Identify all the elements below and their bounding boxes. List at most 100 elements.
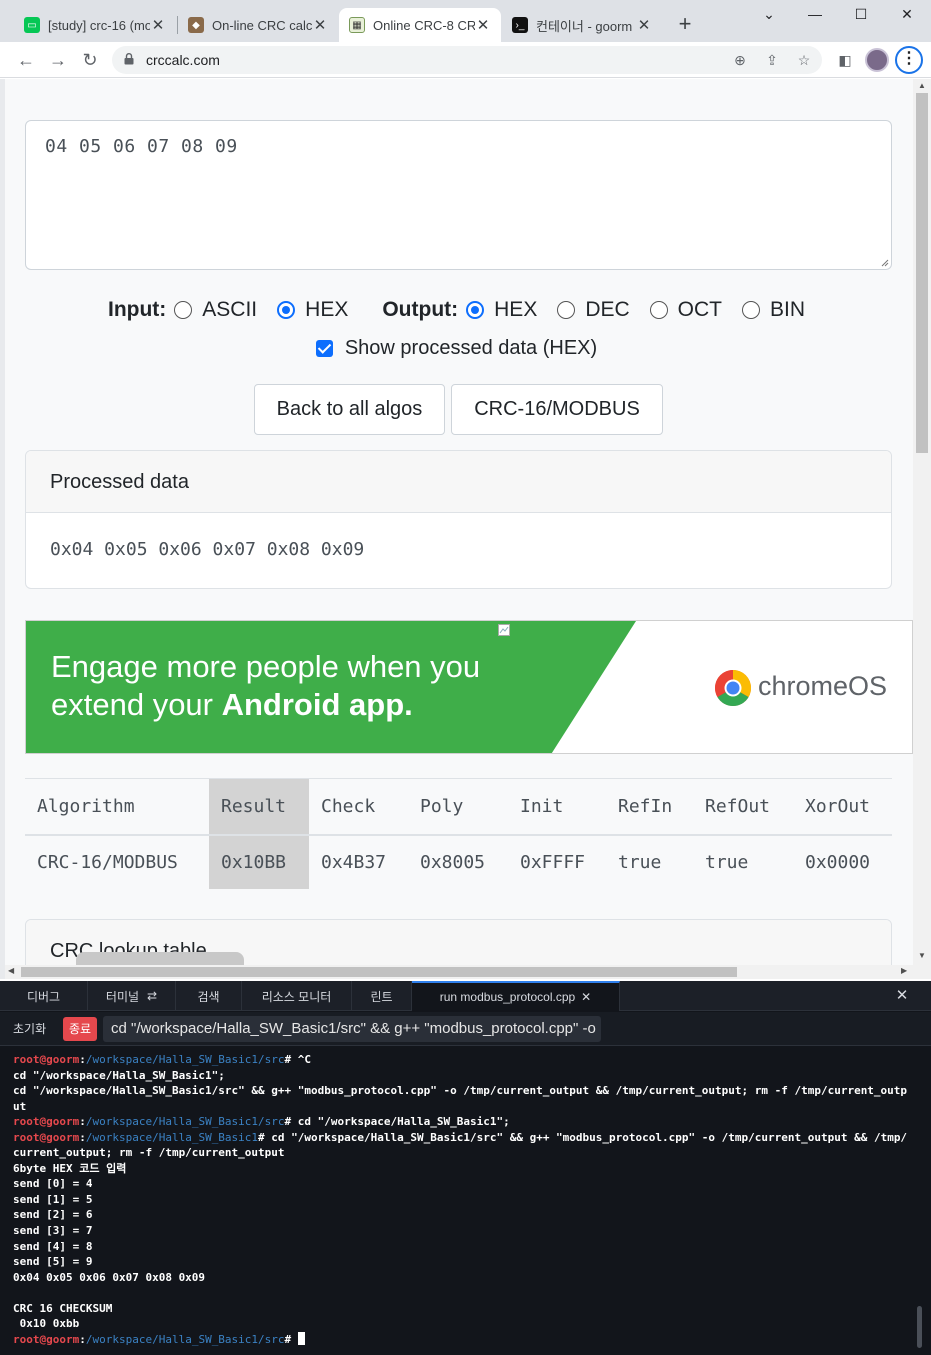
radio-hex[interactable] [277, 301, 296, 319]
side-panel-icon[interactable]: ◧ [833, 48, 857, 72]
crc16-modbus-button[interactable]: CRC-16/MODBUS [451, 384, 663, 435]
tab-debug[interactable]: 디버그 [0, 981, 88, 1011]
cell-init: 0xFFFF [520, 851, 586, 873]
show-processed-row[interactable]: Show processed data (HEX) [0, 334, 913, 362]
radio-ascii[interactable] [174, 301, 193, 319]
col-refin: RefIn [606, 778, 693, 836]
ad-banner[interactable]: Engage more people when you extend your … [25, 620, 913, 754]
format-options: Input: ASCII HEX Output: HEX DEC OCT BIN [0, 295, 913, 325]
close-icon[interactable]: ✕ [475, 16, 491, 34]
minimize-icon[interactable]: — [792, 2, 838, 26]
crc-site-icon: ◆ [188, 17, 204, 33]
prompt-command: # ^C [284, 1053, 312, 1066]
left-edge [0, 79, 5, 979]
col-algorithm: Algorithm [25, 778, 209, 836]
terminal-line: send [1] = 5 [13, 1192, 93, 1206]
panel-close-icon[interactable]: ✕ [893, 987, 911, 1005]
processed-data-value: 0x04 0x05 0x06 0x07 0x08 0x09 [50, 539, 365, 560]
output-radio-hex[interactable]: HEX [466, 298, 537, 322]
terminal-line: 0x04 0x05 0x06 0x07 0x08 0x09 [13, 1270, 206, 1284]
reset-button[interactable]: 초기화 [13, 1019, 46, 1039]
vertical-scrollbar[interactable]: ▲ ▼ [913, 79, 931, 967]
ad-headline-1: Engage more people when you [51, 649, 481, 684]
scroll-down-icon[interactable]: ▼ [918, 951, 926, 960]
col-refout: RefOut [693, 778, 793, 836]
broken-image-icon [498, 624, 510, 636]
terminal-line: send [5] = 9 [13, 1255, 93, 1269]
share-icon[interactable]: ⇪ [761, 49, 783, 71]
col-init: Init [508, 778, 606, 836]
radio-hex[interactable] [466, 301, 485, 319]
prompt-path: /workspace/Halla_SW_Basic1/src [85, 1332, 285, 1346]
col-check: Check [309, 778, 408, 836]
vertical-scroll-thumb[interactable] [916, 93, 928, 453]
resize-grip-icon[interactable] [879, 257, 889, 267]
refresh-icon[interactable]: ⇄ [147, 989, 157, 1003]
address-bar[interactable]: crccalc.com ⊕ ⇪ ☆ [112, 46, 822, 74]
data-input-textarea[interactable]: 04 05 06 07 08 09 [25, 120, 892, 270]
prompt-command: # cd "/workspace/Halla_SW_Basic1"; [284, 1115, 510, 1129]
back-arrow-icon[interactable]: ← [13, 47, 39, 73]
run-command-field[interactable]: cd "/workspace/Halla_SW_Basic1/src" && g… [103, 1016, 601, 1042]
terminal-scroll-thumb[interactable] [917, 1306, 922, 1348]
stop-button[interactable]: 종료 [63, 1017, 97, 1041]
radio-label: ASCII [202, 298, 258, 321]
browser-tab-active[interactable]: ▦ Online CRC-8 CRC ✕ [339, 8, 501, 42]
prompt-user: root@goorm [13, 1115, 80, 1129]
radio-label: DEC [585, 298, 630, 321]
new-tab-button[interactable]: + [672, 12, 698, 38]
bookmark-star-icon[interactable]: ☆ [793, 49, 815, 71]
output-radio-oct[interactable]: OCT [649, 298, 722, 322]
window-close-icon[interactable]: ✕ [884, 2, 930, 26]
horizontal-scrollbar[interactable]: ◀ ▶ [5, 965, 931, 979]
close-icon[interactable]: ✕ [581, 990, 591, 1004]
processed-data-card: Processed data 0x04 0x05 0x06 0x07 0x08 … [25, 450, 892, 589]
browser-tabstrip: ▭ [study] crc-16 (mo ✕ ◆ On-line CRC cal… [0, 0, 931, 42]
tab-lint[interactable]: 린트 [352, 981, 412, 1011]
reload-icon[interactable]: ↻ [77, 47, 103, 73]
scroll-left-icon[interactable]: ◀ [8, 966, 14, 975]
tab-run-label: run modbus_protocol.cpp [439, 990, 576, 1004]
profile-avatar[interactable] [865, 48, 889, 72]
forward-arrow-icon[interactable]: → [45, 47, 71, 73]
tab-search-icon[interactable]: ⌄ [746, 2, 792, 26]
scroll-right-icon[interactable]: ▶ [901, 966, 907, 975]
horizontal-scroll-thumb[interactable] [21, 967, 737, 977]
maximize-icon[interactable]: ☐ [838, 2, 884, 26]
terminal-cursor [297, 1331, 305, 1345]
table-row: CRC-16/MODBUS 0x10BB 0x4B37 0x8005 0xFFF… [25, 834, 892, 889]
close-icon[interactable]: ✕ [150, 16, 166, 34]
browser-tab[interactable]: ▭ [study] crc-16 (mo ✕ [14, 8, 176, 42]
terminal-output[interactable]: root@goorm:/workspace/Halla_SW_Basic1/sr… [13, 1052, 913, 1347]
terminal-line: root@goorm:/workspace/Halla_SW_Basic1# c… [13, 1130, 908, 1160]
tab-run-modbus[interactable]: run modbus_protocol.cpp ✕ [412, 981, 620, 1011]
show-processed-checkbox[interactable] [315, 339, 333, 357]
back-to-all-algos-button[interactable]: Back to all algos [254, 384, 445, 435]
radio-dec[interactable] [557, 301, 576, 319]
terminal-icon: ›_ [512, 17, 528, 33]
prompt-path: /workspace/Halla_SW_Basic1/src [85, 1115, 285, 1129]
chrome-menu-icon[interactable]: ⋮ [895, 46, 923, 74]
col-poly: Poly [408, 778, 508, 836]
radio-bin[interactable] [742, 301, 760, 319]
close-icon[interactable]: ✕ [636, 16, 652, 34]
output-radio-bin[interactable]: BIN [742, 298, 805, 322]
prompt-user: root@goorm [13, 1053, 80, 1066]
chrome-logo-icon [714, 670, 752, 707]
radio-oct[interactable] [649, 301, 668, 319]
tab-resource-monitor[interactable]: 리소스 모니터 [242, 981, 352, 1011]
browser-tab[interactable]: ◆ On-line CRC calcu ✕ [178, 8, 338, 42]
close-icon[interactable]: ✕ [312, 16, 328, 34]
output-radio-dec[interactable]: DEC [557, 298, 630, 322]
ad-headline-2: extend your Android app. [51, 687, 413, 722]
zoom-icon[interactable]: ⊕ [729, 49, 751, 71]
scroll-up-icon[interactable]: ▲ [918, 81, 926, 90]
tab-terminal[interactable]: 터미널 ⇄ [88, 981, 176, 1011]
show-processed-label: Show processed data (HEX) [344, 336, 598, 359]
browser-tab[interactable]: ›_ 컨테이너 - goorm ✕ [502, 8, 662, 42]
terminal-line: cd "/workspace/Halla_SW_Basic1/src" && g… [13, 1084, 908, 1113]
input-radio-hex[interactable]: HEX [277, 298, 348, 322]
input-radio-ascii[interactable]: ASCII [174, 298, 257, 322]
table-header-row: Algorithm Result Check Poly Init RefIn R… [25, 778, 892, 836]
tab-search[interactable]: 검색 [176, 981, 242, 1011]
